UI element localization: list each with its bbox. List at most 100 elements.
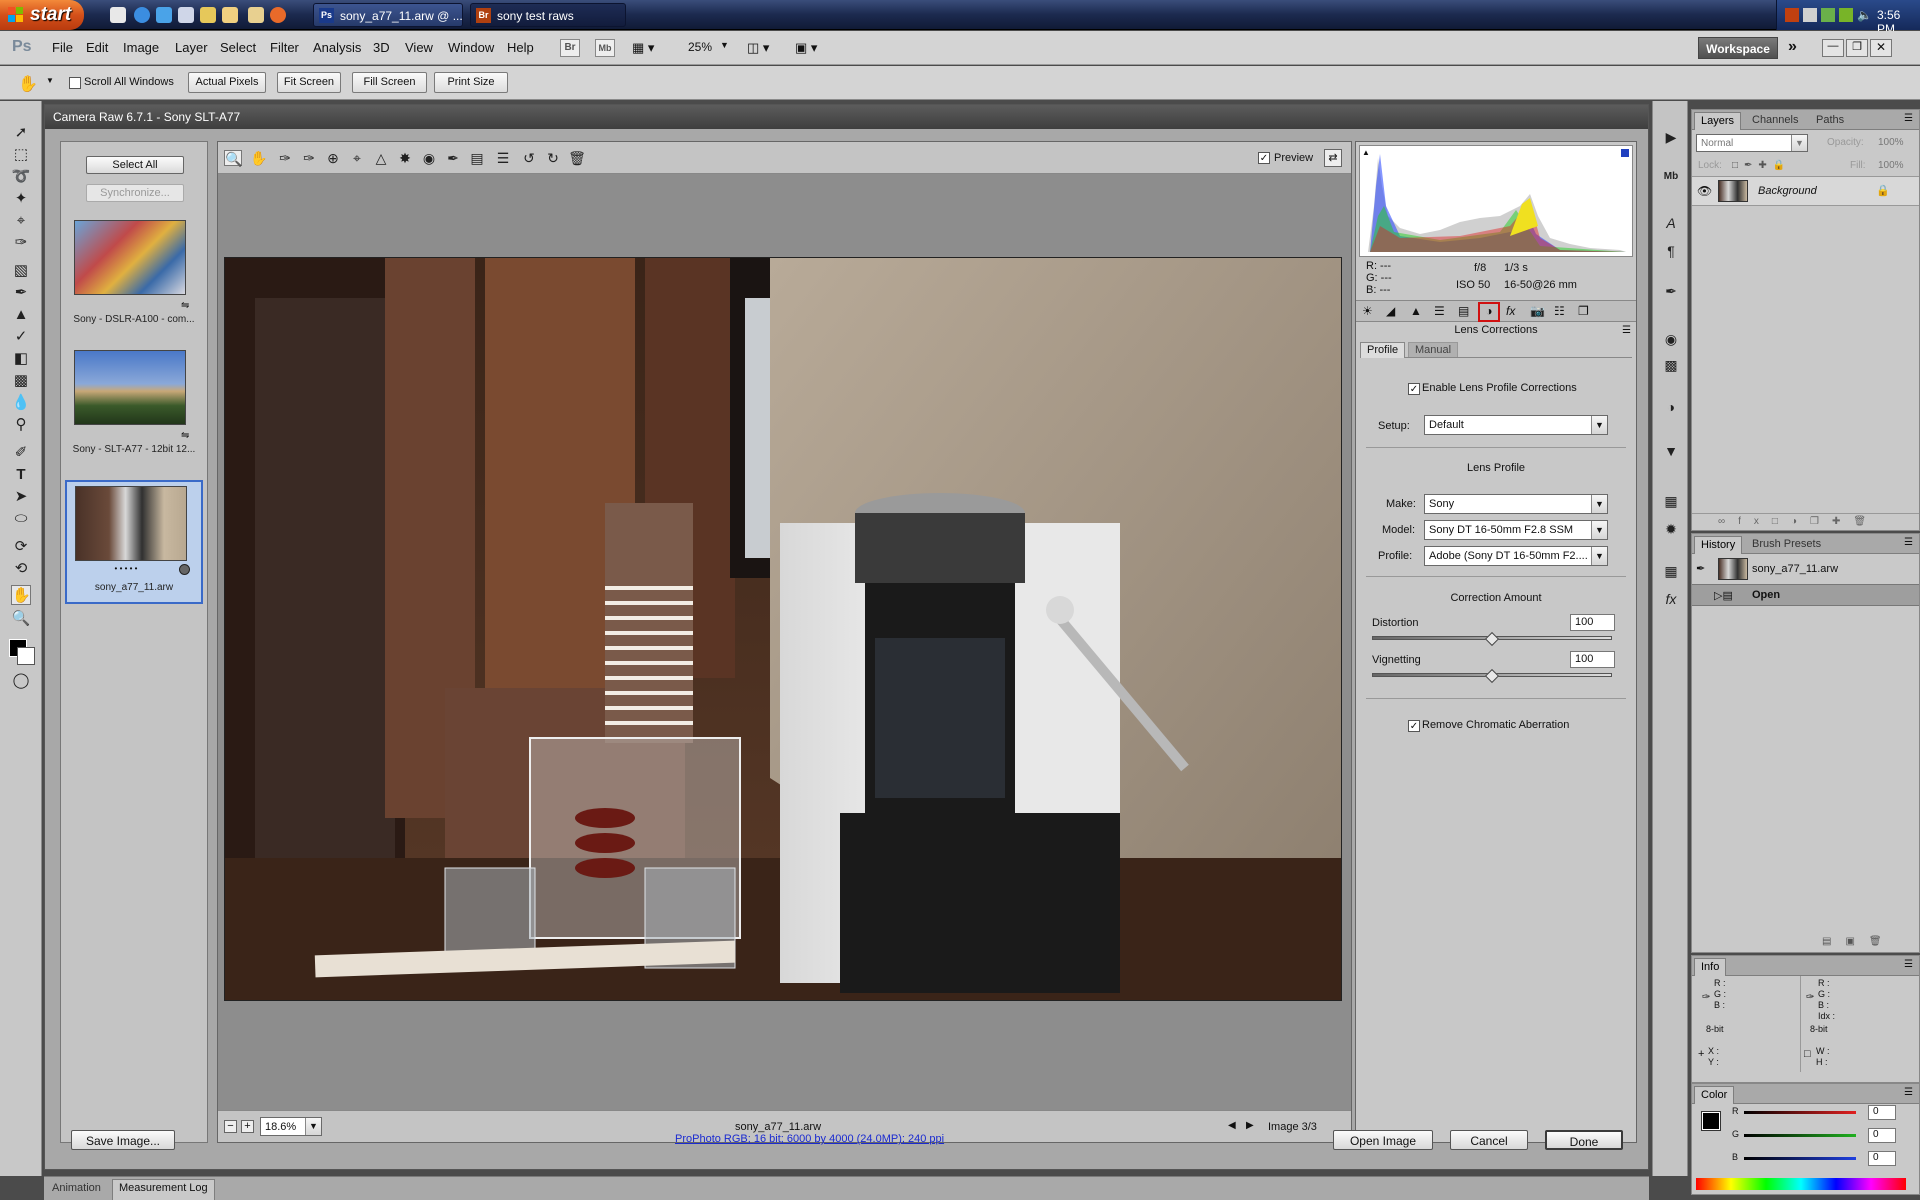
vignetting-input[interactable]: 100	[1570, 651, 1615, 668]
select-all-button[interactable]: Select All	[86, 156, 184, 174]
next-image-icon[interactable]: ▶	[1246, 1120, 1254, 1131]
paragraph-icon[interactable]: ¶	[1661, 241, 1681, 261]
3d-cube-icon[interactable]	[178, 7, 194, 23]
menu-edit[interactable]: Edit	[86, 40, 108, 55]
menu-image[interactable]: Image	[123, 40, 159, 55]
blur-tool-icon[interactable]: 💧	[11, 393, 31, 413]
straighten-tool-icon[interactable]: △	[372, 150, 390, 166]
character-icon[interactable]: A	[1661, 213, 1681, 233]
tab-measurement-log[interactable]: Measurement Log	[112, 1179, 215, 1200]
eyedropper-tool-icon[interactable]: ✑	[11, 233, 31, 253]
menu-view[interactable]: View	[405, 40, 433, 55]
launch-bridge-icon[interactable]: Br	[560, 39, 580, 57]
masks-icon[interactable]: ▼	[1661, 441, 1681, 461]
panel-menu-icon[interactable]: ☰	[1622, 325, 1631, 336]
fullscreen-toggle-icon[interactable]: ⇄	[1324, 149, 1342, 167]
clone-source-icon[interactable]: ◉	[1661, 329, 1681, 349]
panel-menu-icon[interactable]: ☰	[1904, 959, 1913, 970]
actual-pixels-button[interactable]: Actual Pixels	[188, 72, 266, 93]
effects-icon[interactable]: fx	[1506, 304, 1515, 318]
close-icon[interactable]: ✕	[1870, 39, 1892, 57]
rotate-right-icon[interactable]: ↻	[544, 150, 562, 166]
dodge-tool-icon[interactable]: ⚲	[11, 415, 31, 435]
foreground-swatch[interactable]	[1701, 1111, 1721, 1131]
blend-mode-select[interactable]: Normal ▼	[1696, 134, 1808, 152]
print-size-button[interactable]: Print Size	[434, 72, 508, 93]
internet-explorer-icon[interactable]	[134, 7, 150, 23]
previous-image-icon[interactable]: ◀	[1228, 1120, 1236, 1131]
safely-remove-icon[interactable]	[1803, 8, 1817, 22]
minimize-icon[interactable]: —	[1822, 39, 1844, 57]
healing-brush-tool-icon[interactable]: ▧	[11, 261, 31, 281]
hand-tool-icon[interactable]: ✋	[18, 74, 38, 94]
history-footer-icons[interactable]: ▤▣🗑	[1822, 936, 1896, 947]
zoom-dropdown-icon[interactable]: ▼	[720, 40, 729, 50]
tab-layers[interactable]: Layers	[1694, 112, 1742, 130]
split-toning-icon[interactable]: ▤	[1458, 304, 1469, 318]
color-b-slider[interactable]	[1744, 1157, 1856, 1160]
done-button[interactable]: Done	[1545, 1130, 1623, 1150]
workspace-button[interactable]: Workspace	[1698, 37, 1778, 59]
show-desktop-icon[interactable]	[110, 7, 126, 23]
layers-footer-icons[interactable]: ∞fx□◑❐✚🗑	[1692, 513, 1919, 530]
scroll-all-windows-checkbox[interactable]	[69, 77, 81, 89]
rating-dots[interactable]: • • • • •	[91, 564, 161, 573]
synchronize-button[interactable]: Synchronize...	[86, 184, 184, 202]
view-extras-icon[interactable]: ▦ ▾	[632, 40, 660, 56]
history-snapshot-row[interactable]: ✒ sony_a77_11.arw	[1692, 556, 1919, 582]
menu-layer[interactable]: Layer	[175, 40, 208, 55]
hsl-icon[interactable]: ☰	[1434, 304, 1445, 318]
volume-icon[interactable]: 🔈	[1857, 8, 1872, 22]
menu-help[interactable]: Help	[507, 40, 534, 55]
navigator-icon[interactable]: ▦	[1661, 491, 1681, 511]
panel-menu-icon[interactable]: ☰	[1904, 537, 1913, 548]
ellipse-tool-icon[interactable]: ⬭	[11, 509, 31, 529]
eraser-tool-icon[interactable]: ◧	[11, 349, 31, 369]
hand-tool-icon[interactable]: ✋	[11, 585, 31, 605]
vignetting-slider-thumb[interactable]	[1484, 668, 1500, 684]
actions-icon[interactable]: ▶	[1661, 127, 1681, 147]
menu-filter[interactable]: Filter	[270, 40, 299, 55]
crop-tool-icon[interactable]: ⌖	[348, 150, 366, 166]
tab-paths[interactable]: Paths	[1810, 112, 1850, 130]
pen-tool-icon[interactable]: ✐	[11, 443, 31, 463]
mini-bridge-panel-icon[interactable]: Mb	[1661, 167, 1681, 187]
lens-corrections-icon[interactable]: ◑	[1478, 302, 1500, 322]
filmstrip-item[interactable]: ⇋ Sony - DSLR-A100 - com...	[69, 220, 199, 332]
color-g-input[interactable]: 0	[1868, 1128, 1896, 1143]
start-button[interactable]: start	[0, 0, 84, 30]
type-tool-icon[interactable]: T	[11, 465, 31, 485]
taskbar-bridge-task[interactable]: Br sony test raws	[470, 3, 626, 27]
color-b-input[interactable]: 0	[1868, 1151, 1896, 1166]
brush-panel-icon[interactable]: ✒	[1661, 281, 1681, 301]
3d-orbit-tool-icon[interactable]: ⟲	[11, 559, 31, 579]
marquee-tool-icon[interactable]: ⬚	[11, 145, 31, 165]
adjustment-brush-icon[interactable]: ✒	[444, 150, 462, 166]
tab-info[interactable]: Info	[1694, 958, 1727, 976]
make-select[interactable]: Sony ▼	[1424, 494, 1608, 514]
screen-mode-icon[interactable]: ▣ ▾	[795, 40, 827, 56]
red-eye-tool-icon[interactable]: ◉	[420, 150, 438, 166]
visibility-eye-icon[interactable]: 👁	[1697, 184, 1712, 198]
remove-ca-checkbox[interactable]: ✓	[1408, 720, 1420, 732]
tab-profile[interactable]: Profile	[1360, 342, 1406, 358]
fill-screen-button[interactable]: Fill Screen	[352, 72, 427, 93]
quick-select-tool-icon[interactable]: ✦	[11, 189, 31, 209]
lock-icons[interactable]: □✒✚🔒	[1732, 160, 1791, 171]
camera-calibration-icon[interactable]: 📷	[1530, 304, 1545, 318]
restore-icon[interactable]: ❐	[1846, 39, 1868, 57]
zoom-tool-icon[interactable]: 🔍	[11, 609, 31, 629]
zoom-level[interactable]: 25%	[688, 40, 712, 54]
preferences-list-icon[interactable]: ☰	[494, 150, 512, 166]
bridge-tray-icon[interactable]	[1785, 8, 1799, 22]
history-state-row[interactable]: ▷▤ Open	[1692, 584, 1919, 606]
tool-preset-dropdown-icon[interactable]: ▼	[46, 76, 54, 85]
rotate-left-icon[interactable]: ↺	[520, 150, 538, 166]
menu-file[interactable]: File	[52, 40, 73, 55]
menu-3d[interactable]: 3D	[373, 40, 390, 55]
distortion-input[interactable]: 100	[1570, 614, 1615, 631]
gradient-tool-icon[interactable]: ▩	[11, 371, 31, 391]
menu-analysis[interactable]: Analysis	[313, 40, 361, 55]
history-brush-tool-icon[interactable]: ✓	[11, 327, 31, 347]
snapshots-icon[interactable]: ❐	[1578, 304, 1589, 318]
